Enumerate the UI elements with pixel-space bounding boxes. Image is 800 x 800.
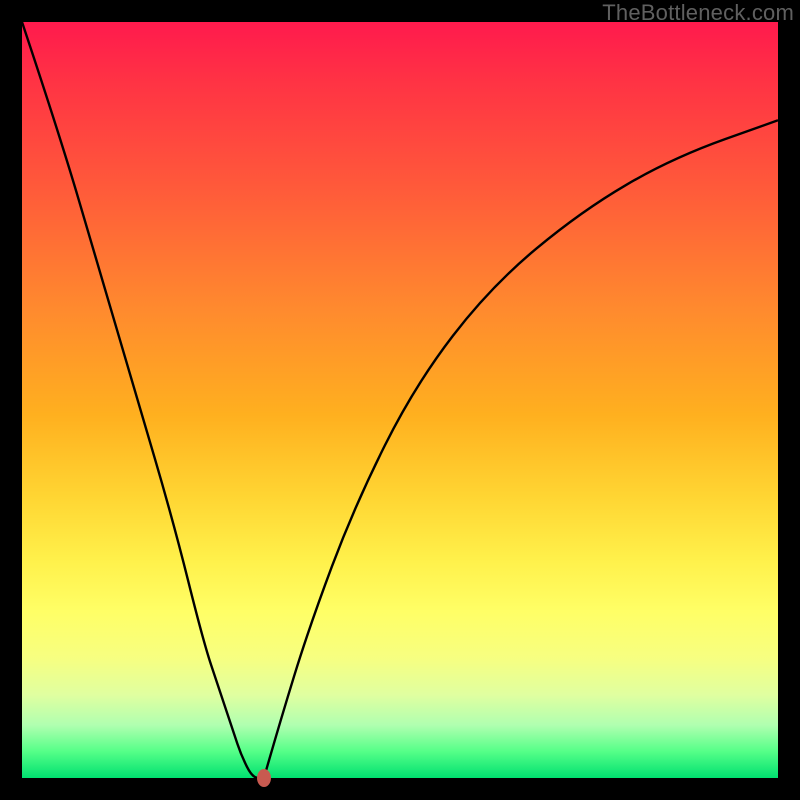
curve-left-branch: [22, 22, 264, 778]
bottleneck-curve: [22, 22, 778, 778]
chart-frame: [22, 22, 778, 778]
optimum-marker: [257, 769, 271, 787]
watermark-text: TheBottleneck.com: [602, 0, 794, 26]
curve-right-branch: [264, 120, 778, 778]
